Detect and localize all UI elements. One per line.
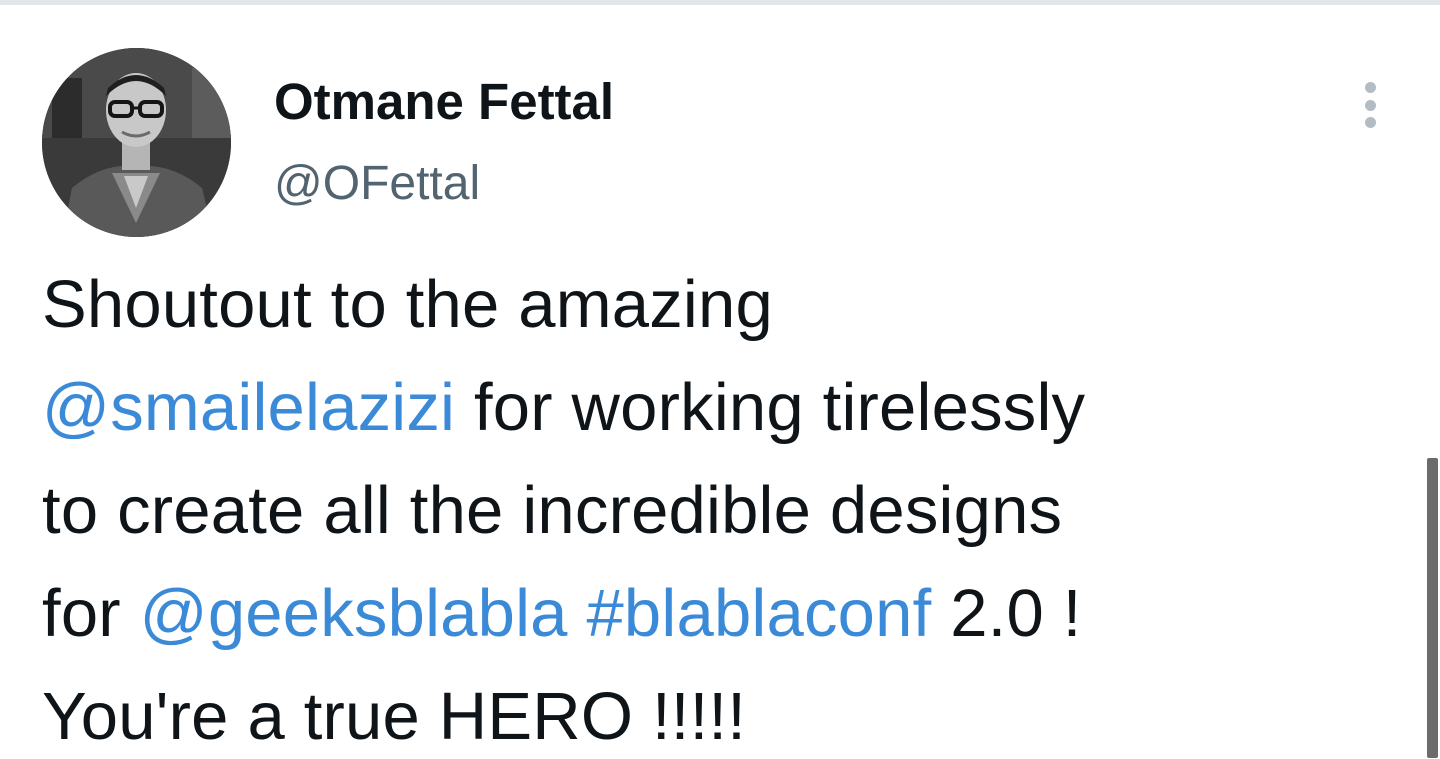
tweet-view: Otmane Fettal @OFettal Shoutout to the a… <box>0 0 1440 759</box>
tweet-text-segment <box>568 576 587 651</box>
author-display-name[interactable]: Otmane Fettal <box>274 72 614 131</box>
tweet-text-line-5: You're a true HERO !!!!! <box>42 679 747 754</box>
tweet-text-segment: 2.0 ! <box>931 576 1082 651</box>
top-divider <box>0 0 1440 5</box>
scrollbar-thumb[interactable] <box>1427 458 1438 758</box>
author-handle[interactable]: @OFettal <box>274 156 480 211</box>
avatar-photo-icon <box>42 48 231 237</box>
tweet-text-segment: for working tirelessly <box>455 370 1086 445</box>
hashtag-link-blablaconf[interactable]: #blablaconf <box>586 576 931 651</box>
vertical-ellipsis-icon-dot-2 <box>1364 99 1376 111</box>
tweet-text-segment: for <box>42 576 140 651</box>
tweet-text-line-2: @smailelazizi for working tirelessly <box>42 356 1382 459</box>
mention-link-smailelazizi[interactable]: @smailelazizi <box>42 370 455 445</box>
mention-link-geeksblabla[interactable]: @geeksblabla <box>140 576 568 651</box>
author-avatar[interactable] <box>42 48 231 237</box>
more-options-button[interactable] <box>1346 78 1394 132</box>
vertical-ellipsis-icon-dot-3 <box>1364 117 1376 128</box>
tweet-text: Shoutout to the amazing @smailelazizi fo… <box>42 253 1382 759</box>
tweet-text-line-1: Shoutout to the amazing <box>42 267 773 342</box>
tweet-text-line-4: for @geeksblabla #blablaconf 2.0 ! <box>42 562 1382 665</box>
tweet-text-line-3: to create all the incredible designs <box>42 473 1063 548</box>
vertical-ellipsis-icon <box>1364 82 1376 93</box>
